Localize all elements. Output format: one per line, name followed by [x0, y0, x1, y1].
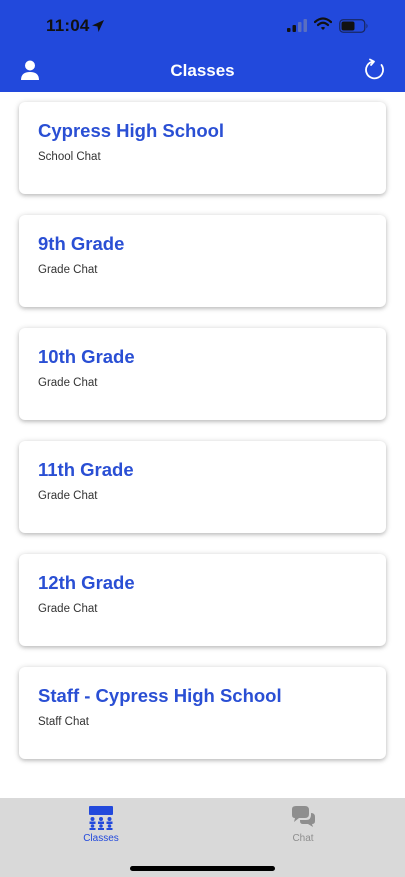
classes-icon	[89, 806, 113, 830]
class-chat-type: Grade Chat	[38, 264, 98, 276]
app-header: 11:04 Classes	[0, 0, 405, 92]
cellular-signal-icon	[287, 19, 307, 32]
class-title: 10th Grade	[38, 346, 135, 367]
class-card-11th-grade[interactable]: 11th Grade Grade Chat	[19, 441, 386, 533]
home-indicator	[130, 866, 275, 871]
tab-classes-label: Classes	[83, 833, 119, 844]
wifi-icon	[314, 17, 332, 30]
status-bar: 11:04	[0, 0, 405, 52]
class-list: Cypress High School School Chat 9th Grad…	[0, 92, 405, 798]
class-title: 12th Grade	[38, 572, 135, 593]
class-chat-type: Grade Chat	[38, 603, 98, 615]
refresh-icon[interactable]	[363, 58, 387, 82]
class-card-cypress-high-school[interactable]: Cypress High School School Chat	[19, 102, 386, 194]
class-card-staff[interactable]: Staff - Cypress High School Staff Chat	[19, 667, 386, 759]
tab-classes[interactable]: Classes	[0, 798, 202, 858]
class-chat-type: School Chat	[38, 151, 101, 163]
class-title: 9th Grade	[38, 233, 125, 254]
page-title: Classes	[170, 61, 235, 80]
class-card-10th-grade[interactable]: 10th Grade Grade Chat	[19, 328, 386, 420]
tab-chat[interactable]: Chat	[202, 798, 404, 858]
navigation-bar: Classes	[0, 52, 405, 92]
status-time: 11:04	[46, 16, 90, 35]
location-arrow-icon	[92, 20, 104, 32]
class-card-12th-grade[interactable]: 12th Grade Grade Chat	[19, 554, 386, 646]
class-chat-type: Grade Chat	[38, 377, 98, 389]
class-title: Staff - Cypress High School	[38, 685, 282, 706]
battery-icon	[339, 19, 368, 33]
class-chat-type: Grade Chat	[38, 490, 98, 502]
class-chat-type: Staff Chat	[38, 716, 89, 728]
chat-icon	[292, 806, 315, 827]
class-card-9th-grade[interactable]: 9th Grade Grade Chat	[19, 215, 386, 307]
class-title: Cypress High School	[38, 120, 225, 141]
class-title: 11th Grade	[38, 459, 134, 480]
tab-chat-label: Chat	[292, 833, 314, 844]
